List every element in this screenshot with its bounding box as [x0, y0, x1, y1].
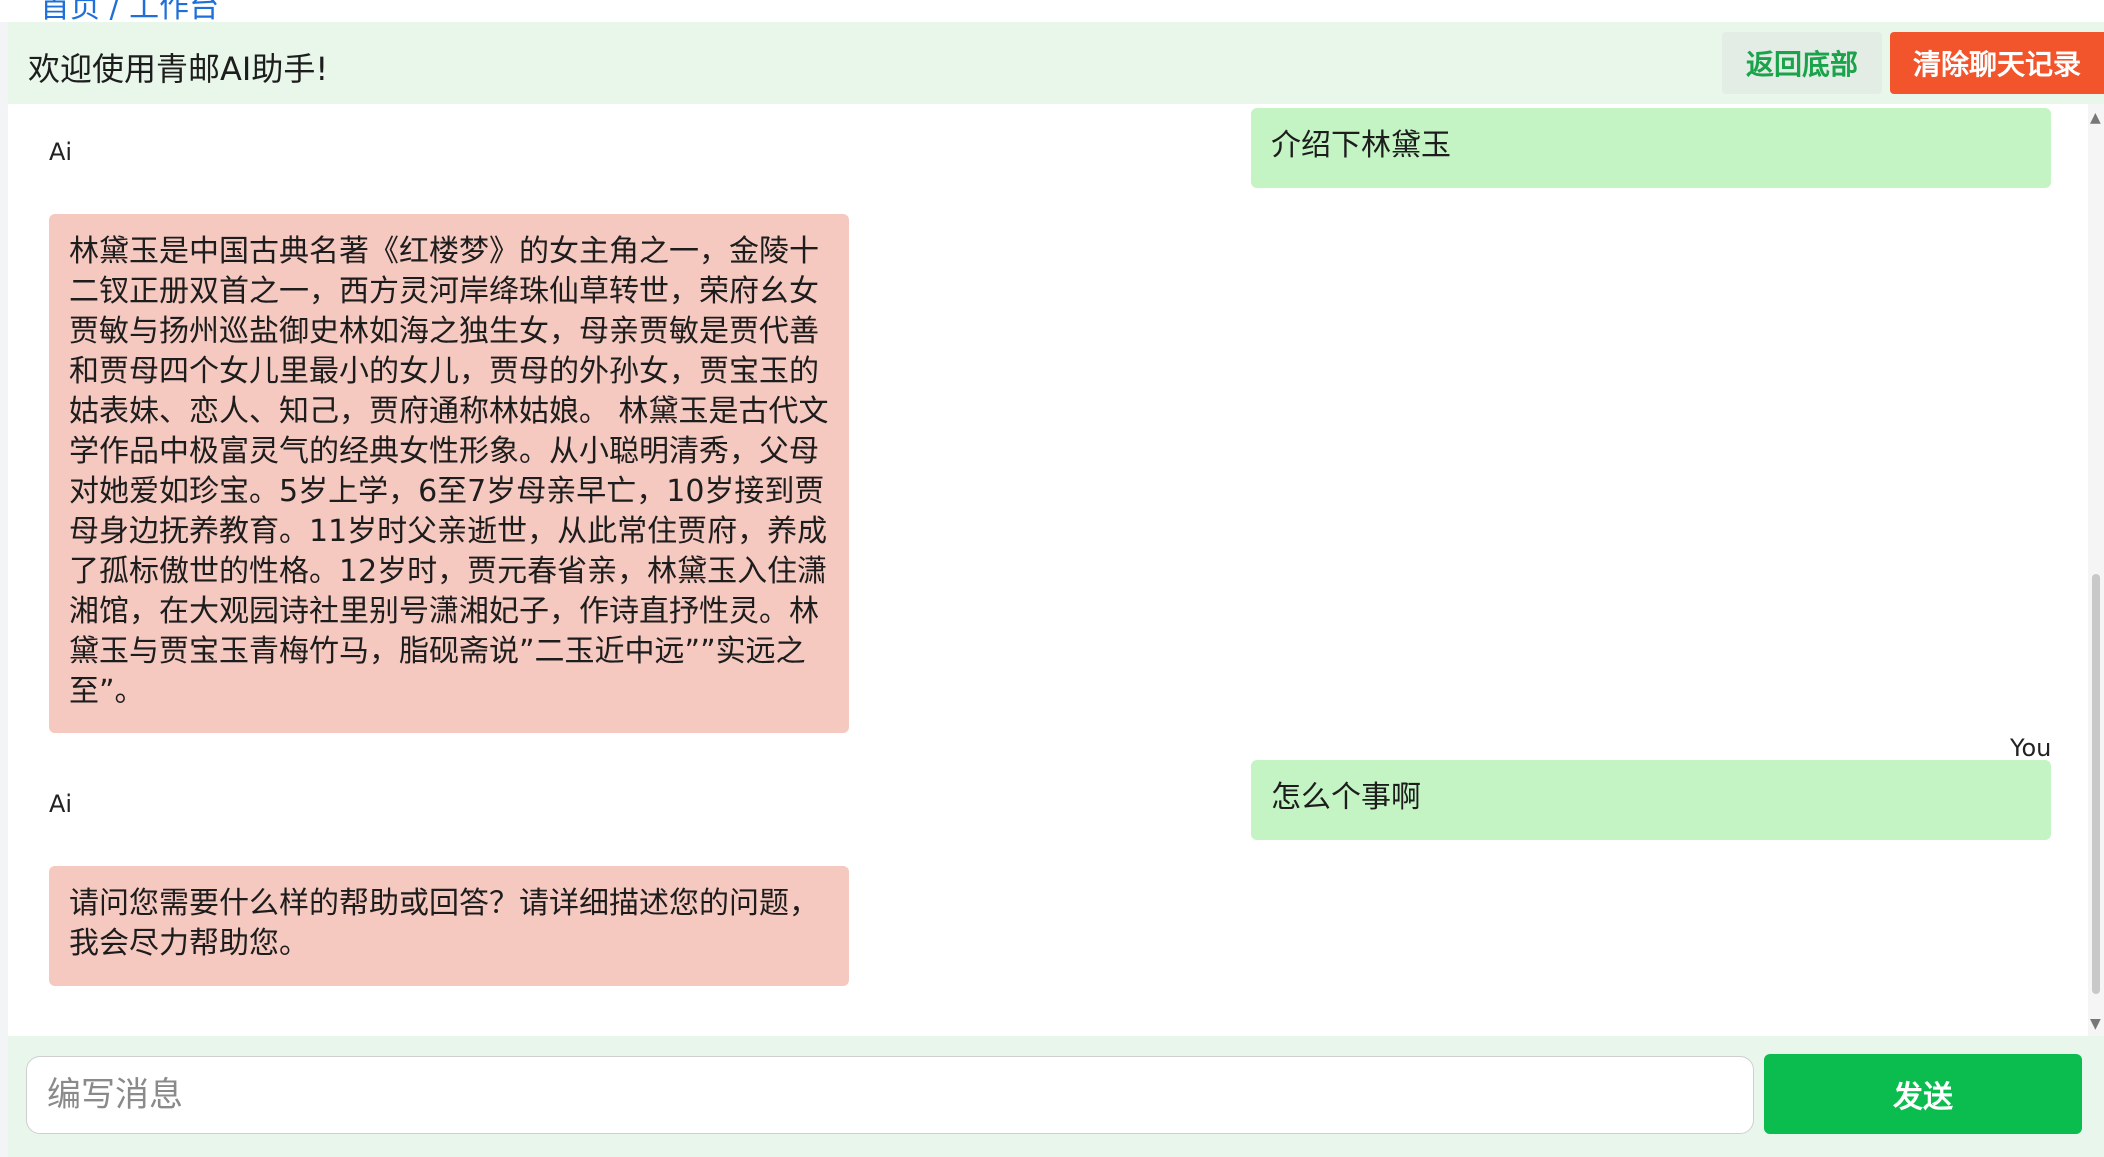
message-text: 怎么个事啊	[1271, 780, 1421, 815]
sender-label: Ai	[49, 790, 73, 818]
chat-messages[interactable]: 介绍下林黛玉 Ai 林黛玉是中国古典名著《红楼梦》的女主角之一，金陵十二钗正册双…	[8, 104, 2088, 1036]
message-text: 林黛玉是中国古典名著《红楼梦》的女主角之一，金陵十二钗正册双首之一，西方灵河岸绛…	[69, 234, 829, 709]
left-edge	[0, 22, 8, 1157]
composer-bar: 发送	[8, 1036, 2104, 1157]
ai-message-bubble: 请问您需要什么样的帮助或回答？请详细描述您的问题，我会尽力帮助您。	[49, 866, 849, 986]
ai-message-bubble: 林黛玉是中国古典名著《红楼梦》的女主角之一，金陵十二钗正册双首之一，西方灵河岸绛…	[49, 214, 849, 733]
chat-scrollbar[interactable]: ▲ ▼	[2088, 104, 2104, 1036]
user-message-bubble: 怎么个事啊	[1251, 760, 2051, 840]
send-button[interactable]: 发送	[1764, 1054, 2082, 1134]
breadcrumb-strip: 首页 / 工作台	[0, 0, 2104, 23]
message-text: 介绍下林黛玉	[1271, 128, 1451, 163]
message-input[interactable]	[26, 1056, 1754, 1134]
scrollbar-thumb[interactable]	[2092, 574, 2100, 994]
sender-label: You	[2010, 734, 2052, 762]
user-message-bubble: 介绍下林黛玉	[1251, 108, 2051, 188]
scroll-down-icon[interactable]: ▼	[2090, 1016, 2101, 1032]
chat-header: 欢迎使用青邮AI助手! 返回底部 清除聊天记录	[8, 22, 2104, 104]
clear-history-button[interactable]: 清除聊天记录	[1890, 32, 2104, 94]
breadcrumb[interactable]: 首页 / 工作台	[40, 0, 219, 22]
welcome-title: 欢迎使用青邮AI助手!	[28, 50, 329, 88]
message-text: 请问您需要什么样的帮助或回答？请详细描述您的问题，我会尽力帮助您。	[69, 886, 819, 961]
scroll-up-icon[interactable]: ▲	[2090, 110, 2101, 126]
back-to-bottom-button[interactable]: 返回底部	[1722, 32, 1882, 94]
sender-label: Ai	[49, 138, 73, 166]
